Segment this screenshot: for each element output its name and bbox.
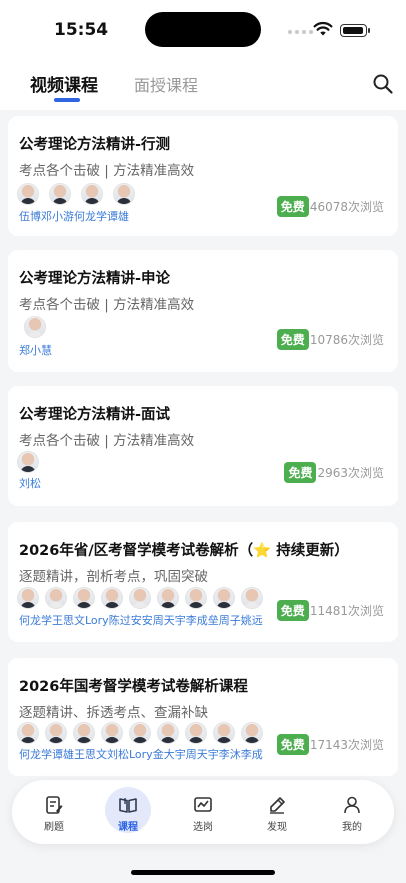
tabbar-item-me[interactable]: 我的: [322, 780, 382, 844]
tabbar-item-positions[interactable]: 选岗: [173, 780, 233, 844]
avatar: [213, 722, 235, 744]
bottom-tab-bar: 刷题 课程 选岗 发现 我的: [12, 780, 394, 844]
tabbar-label: 课程: [118, 822, 138, 833]
teacher-names: 何龙学谭雄王思文刘松Lory金大宇周天宇李沐李成: [19, 748, 263, 761]
avatar: [81, 183, 103, 205]
avatar: [17, 183, 39, 205]
dynamic-island: [145, 12, 261, 47]
course-meta: 免费 46078次浏览: [276, 196, 384, 217]
avatar: [101, 722, 123, 744]
view-count: 17143次浏览: [309, 738, 384, 752]
avatar: [129, 587, 151, 609]
tabbar-item-practice[interactable]: 刷题: [24, 780, 84, 844]
view-count: 11481次浏览: [309, 604, 384, 618]
book-icon: [119, 798, 137, 813]
course-meta: 免费 17143次浏览: [276, 734, 384, 755]
teacher-avatars: [17, 451, 45, 473]
course-title: 公考理论方法精讲-申论: [19, 271, 171, 287]
chart-icon: [194, 797, 212, 812]
view-count: 2963次浏览: [317, 466, 384, 480]
avatar: [185, 587, 207, 609]
course-card[interactable]: 公考理论方法精讲-行测 考点各个击破 | 方法精准高效 伍博邓小游何龙学谭雄 免…: [8, 116, 398, 236]
search-icon[interactable]: [372, 73, 394, 95]
course-card[interactable]: 2026年省/区考督学模考试卷解析（⭐ 持续更新） 逐题精讲，剖析考点，巩固突破…: [8, 522, 398, 642]
teacher-names: 刘松: [19, 477, 41, 490]
avatar: [73, 722, 95, 744]
teacher-names: 伍博邓小游何龙学谭雄: [19, 210, 129, 223]
teacher-names: 何龙学王思文Lory陈过安安周天宇李成垒周子姚远: [19, 614, 263, 627]
tabbar-item-courses[interactable]: 课程: [98, 780, 158, 844]
edit-icon: [46, 796, 63, 814]
top-tab-header: 视频课程 面授课程: [0, 60, 406, 110]
course-meta: 免费 10786次浏览: [276, 329, 384, 350]
avatar: [24, 316, 46, 338]
avatar: [157, 587, 179, 609]
teacher-avatars: [24, 316, 52, 338]
course-meta: 免费 2963次浏览: [284, 462, 384, 483]
course-card[interactable]: 2026年国考督学模考试卷解析课程 逐题精讲、拆透考点、查漏补缺 何龙学谭雄王思…: [8, 658, 398, 776]
free-badge: 免费: [276, 734, 309, 755]
teacher-avatars: [17, 587, 269, 609]
view-count: 46078次浏览: [309, 200, 384, 214]
avatar: [17, 587, 39, 609]
teacher-avatars: [17, 183, 141, 205]
avatar: [49, 183, 71, 205]
user-icon: [344, 796, 360, 814]
avatar: [17, 451, 39, 473]
pen-icon: [270, 797, 285, 814]
view-count: 10786次浏览: [309, 333, 384, 347]
course-title: 公考理论方法精讲-行测: [19, 137, 171, 153]
course-meta: 免费 11481次浏览: [276, 600, 384, 621]
cellular-signal-icon: [288, 30, 313, 34]
course-card[interactable]: 公考理论方法精讲-申论 考点各个击破 | 方法精准高效 郑小慧 免费 10786…: [8, 250, 398, 372]
free-badge: 免费: [284, 462, 317, 483]
avatar: [17, 722, 39, 744]
tab-in-person-courses[interactable]: 面授课程: [134, 72, 198, 96]
avatar: [185, 722, 207, 744]
avatar: [73, 587, 95, 609]
free-badge: 免费: [276, 196, 309, 217]
course-title: 2026年国考督学模考试卷解析课程: [19, 679, 248, 695]
avatar: [45, 587, 67, 609]
tabbar-label: 刷题: [44, 822, 64, 833]
battery-icon: [340, 24, 370, 37]
avatar: [241, 722, 263, 744]
course-title: 公考理论方法精讲-面试: [19, 407, 171, 423]
home-indicator: [131, 870, 275, 875]
status-time: 15:54: [54, 20, 109, 40]
avatar: [101, 587, 123, 609]
tabbar-label: 选岗: [193, 822, 213, 833]
status-bar: 15:54: [0, 0, 406, 60]
course-subtitle: 逐题精讲，剖析考点，巩固突破: [19, 569, 208, 585]
tabbar-item-discover[interactable]: 发现: [247, 780, 307, 844]
free-badge: 免费: [276, 329, 309, 350]
course-title: 2026年省/区考督学模考试卷解析（⭐ 持续更新）: [19, 543, 349, 559]
avatar: [45, 722, 67, 744]
teacher-names: 郑小慧: [19, 344, 52, 357]
free-badge: 免费: [276, 600, 309, 621]
tabbar-label: 发现: [267, 822, 287, 833]
avatar: [129, 722, 151, 744]
course-subtitle: 考点各个击破 | 方法精准高效: [19, 163, 195, 179]
tab-video-courses[interactable]: 视频课程: [30, 71, 98, 96]
wifi-icon: [313, 21, 333, 36]
avatar: [213, 587, 235, 609]
course-subtitle: 逐题精讲、拆透考点、查漏补缺: [19, 705, 208, 721]
tabbar-label: 我的: [342, 822, 362, 833]
avatar: [113, 183, 135, 205]
avatar: [157, 722, 179, 744]
course-subtitle: 考点各个击破 | 方法精准高效: [19, 297, 195, 313]
avatar: [241, 587, 263, 609]
tab-active-indicator: [54, 98, 80, 102]
course-card[interactable]: 公考理论方法精讲-面试 考点各个击破 | 方法精准高效 刘松 免费 2963次浏…: [8, 386, 398, 506]
teacher-avatars: [17, 722, 269, 744]
course-subtitle: 考点各个击破 | 方法精准高效: [19, 433, 195, 449]
